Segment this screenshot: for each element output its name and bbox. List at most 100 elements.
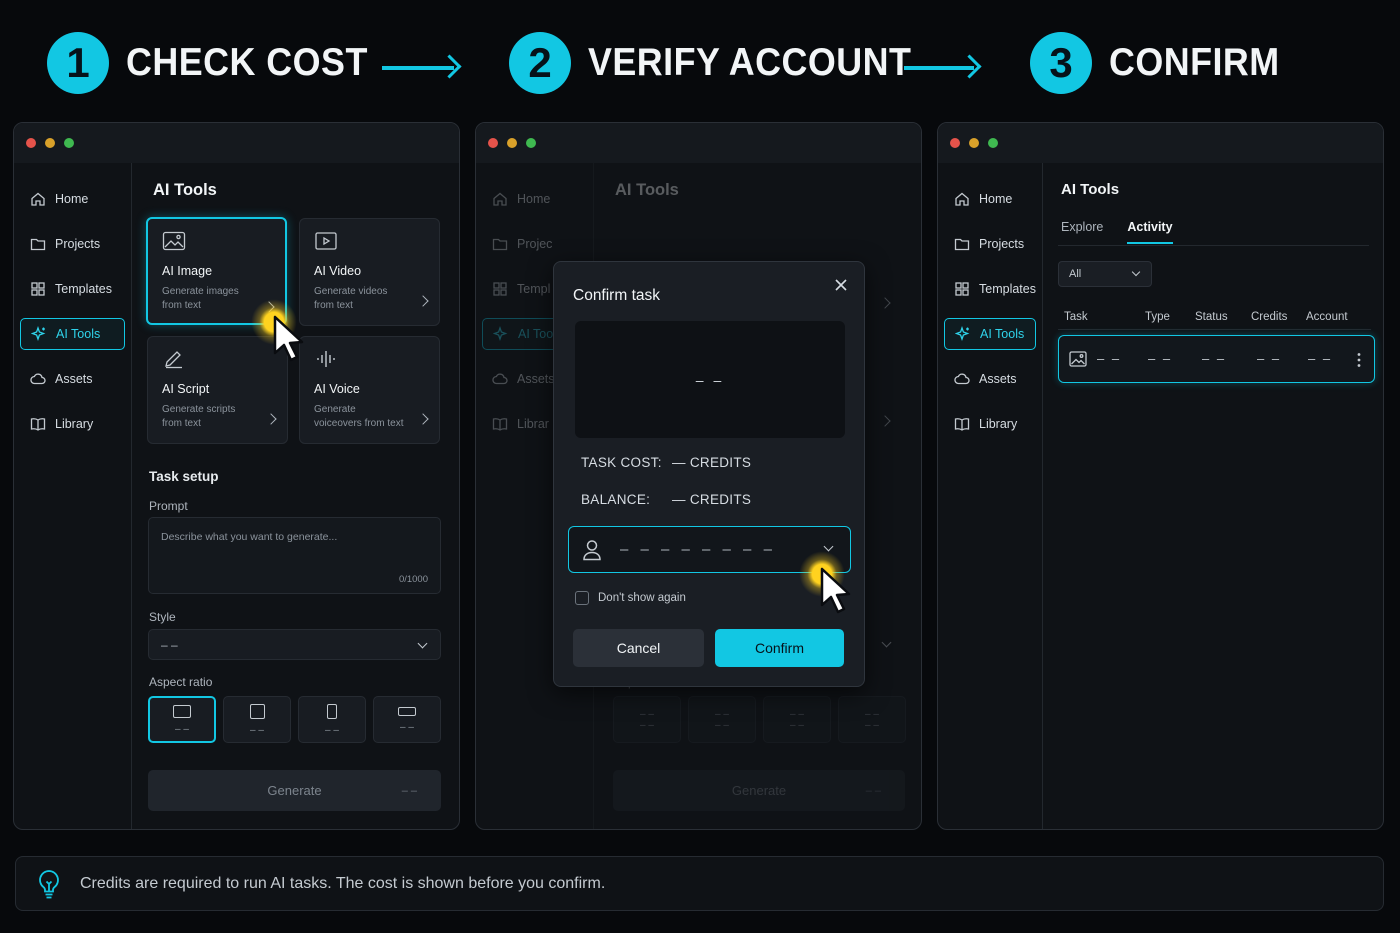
sidebar-item-assets[interactable]: Assets [20, 363, 125, 395]
sidebar-item-library[interactable]: Library [944, 408, 1036, 440]
task-cost-value: — CREDITS [672, 455, 752, 470]
window-verify-account: Home Projec Templ AI Too Assets Librar A… [475, 122, 922, 830]
close-icon[interactable] [832, 276, 850, 294]
user-icon [583, 539, 601, 560]
step-number: 2 [509, 32, 571, 94]
balance-label: BALANCE: [581, 492, 651, 507]
templates-icon [955, 282, 969, 296]
sidebar-item-label: Templates [979, 282, 1036, 296]
sidebar-item-label: Librar [517, 417, 549, 431]
aspect-ratio-label: Aspect ratio [149, 675, 213, 689]
generate-label: Generate [267, 783, 322, 798]
aspect-ratio-square[interactable]: – – [223, 696, 291, 743]
tool-description: Generate voiceovers from text [314, 404, 404, 429]
cell-task: – – [1097, 351, 1122, 366]
generate-cost: – – [865, 784, 881, 797]
ratio-value: – – [250, 724, 264, 736]
page-title: AI Tools [1061, 181, 1120, 198]
sidebar-item-label: AI Tools [56, 327, 101, 341]
chevron-down-icon [881, 637, 892, 648]
tool-description: Generate scripts from text [162, 404, 236, 429]
cursor-arrow-icon [820, 567, 851, 614]
sidebar-item-label: Home [55, 192, 89, 206]
generate-button: Generate – – [613, 770, 905, 811]
ratio-value: – – [715, 708, 729, 720]
style-select[interactable]: – – [148, 629, 441, 660]
minimize-window-dot[interactable] [45, 138, 55, 148]
sidebar-item-label: Home [517, 192, 551, 206]
tab-activity[interactable]: Activity [1127, 220, 1173, 244]
more-vertical-icon[interactable] [1357, 352, 1361, 368]
chevron-right-icon [265, 413, 277, 425]
sidebar-item-label: Assets [979, 372, 1017, 386]
tool-card-ai-voice[interactable]: AI Voice Generate voiceovers from text [299, 336, 440, 444]
aspect-ratio-wide[interactable]: – – [373, 696, 441, 743]
dont-show-again-row[interactable]: Don't show again [575, 591, 686, 605]
ratio-value: – – [175, 723, 189, 735]
ratio-value: – – [865, 708, 879, 720]
tab-bar: Explore Activity [1061, 220, 1173, 244]
close-window-dot[interactable] [488, 138, 498, 148]
maximize-window-dot[interactable] [526, 138, 536, 148]
tool-card-ai-script[interactable]: AI Script Generate scripts from text [147, 336, 288, 444]
aspect-ratio-portrait[interactable]: – – [298, 696, 366, 743]
ratio-value: – – [400, 721, 414, 733]
sidebar-item-label: Library [979, 417, 1018, 431]
sidebar-item-label: Projec [517, 237, 553, 251]
sidebar-item-templates[interactable]: Templates [20, 273, 125, 305]
tip-banner: Credits are required to run AI tasks. Th… [15, 856, 1384, 911]
generate-button[interactable]: Generate – – [148, 770, 441, 811]
sidebar-item-label: Templates [55, 282, 112, 296]
minimize-window-dot[interactable] [969, 138, 979, 148]
home-icon [493, 192, 507, 206]
close-window-dot[interactable] [950, 138, 960, 148]
maximize-window-dot[interactable] [988, 138, 998, 148]
aspect-ratio-portrait: – – – – [763, 696, 831, 743]
sidebar-item-projects[interactable]: Projects [20, 228, 125, 260]
aspect-ratio-wide: – – – – [838, 696, 906, 743]
step-title: CONFIRM [1109, 41, 1280, 84]
sidebar: Home Projects Templates AI Tools Assets … [14, 163, 132, 829]
sidebar-item-label: Home [979, 192, 1013, 206]
prompt-placeholder: Describe what you want to generate... [161, 531, 338, 543]
ratio-value: – – [790, 719, 804, 731]
sidebar-item-home[interactable]: Home [944, 183, 1036, 215]
lightbulb-icon [39, 869, 59, 898]
chevron-right-icon [417, 295, 429, 307]
tool-card-ai-video[interactable]: AI Video Generate videos from text [299, 218, 440, 326]
filter-select[interactable]: All [1058, 261, 1152, 287]
aspect-ratio-landscape[interactable]: – – [148, 696, 216, 743]
aspect-ratio-landscape: – – – – [613, 696, 681, 743]
prompt-input[interactable]: Describe what you want to generate... 0/… [148, 517, 441, 594]
sidebar-item-assets[interactable]: Assets [944, 363, 1036, 395]
account-value: – – – – – – – – [620, 541, 776, 558]
step-2: 2 VERIFY ACCOUNT [509, 30, 940, 96]
main-panel: AI Tools AI Image Generate images from t… [133, 163, 459, 829]
aspect-ratio-square: – – – – [688, 696, 756, 743]
dont-show-again-checkbox[interactable] [575, 591, 589, 605]
sidebar-item-templates[interactable]: Templates [944, 273, 1036, 305]
window-titlebar [938, 123, 1383, 163]
tab-explore[interactable]: Explore [1061, 220, 1103, 244]
templates-icon [31, 282, 45, 296]
maximize-window-dot[interactable] [64, 138, 74, 148]
confirm-button[interactable]: Confirm [715, 629, 844, 667]
sidebar-item-ai-tools[interactable]: AI Tools [20, 318, 125, 350]
column-header-account: Account [1306, 311, 1348, 323]
sidebar-item-library[interactable]: Library [20, 408, 125, 440]
divider [1058, 329, 1371, 330]
chevron-right-icon [879, 297, 891, 309]
book-icon [954, 418, 970, 431]
image-icon [1069, 351, 1087, 367]
step-1: 1 CHECK COST [47, 30, 389, 96]
sidebar-item-home[interactable]: Home [20, 183, 125, 215]
sidebar-item-projects[interactable]: Projects [944, 228, 1036, 260]
sidebar-item-ai-tools[interactable]: AI Tools [944, 318, 1036, 350]
video-icon [315, 232, 337, 250]
table-row[interactable]: – – – – – – – – – – [1058, 335, 1375, 383]
chevron-right-icon [417, 413, 429, 425]
close-window-dot[interactable] [26, 138, 36, 148]
minimize-window-dot[interactable] [507, 138, 517, 148]
cancel-button[interactable]: Cancel [573, 629, 704, 667]
window-titlebar [476, 123, 921, 163]
